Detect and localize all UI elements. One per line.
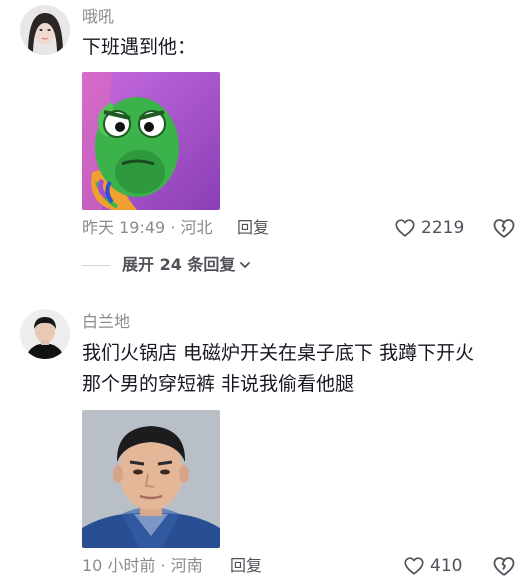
comment-text-line: 那个男的穿短裤 非说我偷看他腿 — [82, 373, 355, 395]
comment-image[interactable] — [82, 410, 220, 548]
comment-meta: 10 小时前 · 河南 — [82, 556, 203, 576]
portrait-image — [82, 410, 220, 548]
reply-button[interactable]: 回复 — [230, 556, 262, 576]
avatar-image — [20, 309, 70, 359]
username[interactable]: 白兰地 — [82, 312, 130, 332]
comment-text: 我们火锅店 电磁炉开关在桌子底下 我蹲下开火 那个男的穿短裤 非说我偷看他腿 — [82, 338, 512, 400]
dislike-button[interactable] — [492, 555, 516, 577]
like-count: 410 — [430, 556, 463, 576]
comment-time: 10 小时前 — [82, 556, 156, 575]
avatar[interactable] — [20, 309, 70, 359]
heart-icon — [404, 557, 424, 575]
comment-location: 河南 — [170, 556, 203, 575]
comment-text-line: 我们火锅店 电磁炉开关在桌子底下 我蹲下开火 — [82, 342, 475, 364]
comment-item: 白兰地 我们火锅店 电磁炉开关在桌子底下 我蹲下开火 那个男的穿短裤 非说我偷看… — [0, 0, 524, 577]
broken-heart-icon — [493, 557, 515, 576]
meta-separator: · — [155, 556, 171, 575]
like-button[interactable]: 410 — [403, 555, 462, 577]
